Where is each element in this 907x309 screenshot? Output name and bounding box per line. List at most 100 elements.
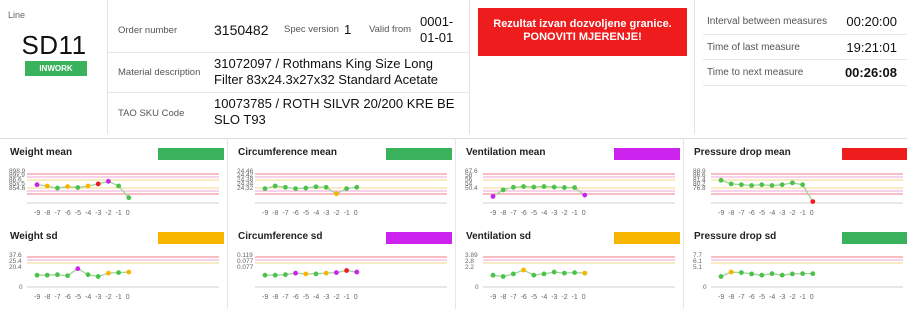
tao-sku-line1: 10073785 / ROTH SILVR 20/200 KRE BE bbox=[214, 96, 455, 111]
x-tick-label: -1 bbox=[572, 210, 578, 217]
data-point bbox=[551, 184, 557, 190]
header-info: Line SD11 INWORK Order number 3150482 Sp… bbox=[0, 0, 907, 134]
data-point bbox=[323, 270, 329, 276]
data-point bbox=[582, 270, 588, 276]
data-point bbox=[769, 183, 775, 188]
x-tick-label: 0 bbox=[582, 294, 586, 301]
chart-plot: 67.658565450.4-9 -8 -7 -6 -5 -4 -3 -2 -1 0 bbox=[465, 168, 675, 217]
x-tick-label: -1 bbox=[800, 294, 806, 301]
chart-plot: 898.989x.986.685x.5854.6-9 -8 -7 -6 -5 -4 -3 -2… bbox=[9, 168, 219, 217]
chart-card[interactable]: Ventilation sd 3.89 2.8 2.2 0 -9 -8 -7 -6 -5 -4 -3-… bbox=[457, 225, 681, 309]
chart-title: Pressure drop mean bbox=[694, 147, 791, 158]
data-point bbox=[44, 272, 50, 278]
data-point bbox=[749, 271, 754, 277]
chart-card[interactable]: Circumference mean 24.46 24.42 24.38 24.34 24… bbox=[229, 141, 453, 225]
x-tick-label: -2 bbox=[333, 210, 339, 217]
data-point bbox=[551, 269, 557, 275]
x-tick-label: -4 bbox=[541, 210, 547, 217]
data-point bbox=[739, 182, 744, 188]
x-tick-label: -6 bbox=[293, 294, 299, 301]
chart-plot: 24.4624.4224.3824.3424.32-9 -8 -7 -6 -5 -4 -3-… bbox=[237, 168, 447, 217]
chart-status-indicator bbox=[842, 148, 907, 160]
x-tick-label: -7 bbox=[510, 210, 516, 217]
x-tick-label: -9 bbox=[718, 294, 724, 301]
x-tick-label: -2 bbox=[789, 210, 795, 217]
next-measure-label: Time to next measure bbox=[707, 67, 804, 78]
chart-card[interactable]: Pressure drop sd 7.7 6.1 5.1 0 -9 -8 -7 -6 -5 -4 -3… bbox=[685, 225, 907, 309]
x-tick-label: -7 bbox=[54, 294, 60, 301]
x-tick-label: -3 bbox=[323, 294, 329, 301]
data-point bbox=[500, 274, 506, 279]
x-tick-label: -1 bbox=[116, 294, 122, 301]
chart-title: Weight mean bbox=[10, 147, 73, 158]
y-tick-label: 5.1 bbox=[693, 264, 702, 271]
valid-from-line1: 0001- bbox=[420, 14, 454, 29]
data-point bbox=[283, 272, 288, 278]
order-panel: Order number 3150482 Spec version 1 Vali… bbox=[108, 0, 470, 134]
y-tick-label: 24.32 bbox=[237, 185, 254, 192]
line-panel: Line SD11 INWORK bbox=[0, 0, 108, 134]
x-tick-label: 0 bbox=[810, 294, 814, 301]
chart-card[interactable]: Weight mean 898.9 89x.9 86.6 85x.5 854.6 -9 -8-… bbox=[1, 141, 225, 225]
x-tick-label: -8 bbox=[500, 210, 506, 217]
data-point bbox=[344, 268, 349, 273]
x-tick-label: -5 bbox=[531, 210, 537, 217]
x-tick-label: -1 bbox=[116, 210, 122, 217]
data-point bbox=[116, 270, 121, 275]
chart-card[interactable]: Ventilation mean 67.6 58 56 54 50.4 -9 -8 -7 -6 -5… bbox=[457, 141, 681, 225]
data-point bbox=[85, 183, 91, 189]
x-tick-label: -8 bbox=[728, 294, 734, 301]
chart-title: Pressure drop sd bbox=[694, 231, 777, 242]
data-point bbox=[790, 180, 795, 186]
x-tick-label: -3 bbox=[551, 210, 557, 217]
chart-card[interactable]: Circumference sd 0.119 0.077 0.077 -9 -8 -7 -6-… bbox=[229, 225, 453, 309]
data-point bbox=[34, 272, 40, 278]
x-tick-label: -2 bbox=[561, 294, 567, 301]
data-point bbox=[313, 184, 319, 190]
data-point bbox=[34, 182, 40, 188]
x-tick-label: 0 bbox=[354, 210, 358, 217]
status-badge: INWORK bbox=[25, 61, 87, 76]
x-tick-label: -9 bbox=[262, 210, 268, 217]
divider bbox=[227, 138, 228, 309]
data-point bbox=[65, 184, 70, 189]
x-tick-label: -3 bbox=[779, 294, 785, 301]
x-tick-label: -6 bbox=[521, 294, 527, 301]
x-tick-label: -5 bbox=[303, 210, 309, 217]
series-line bbox=[265, 269, 357, 276]
tao-sku-label: TAO SKU Code bbox=[118, 108, 185, 119]
data-point bbox=[272, 183, 278, 189]
divider bbox=[683, 138, 684, 309]
x-tick-label: -2 bbox=[561, 210, 567, 217]
spec-version-value: 1 bbox=[344, 22, 352, 37]
material-line1: 31072097 / Rothmans King Size Long bbox=[214, 56, 433, 71]
data-point bbox=[511, 271, 516, 277]
x-tick-label: 0 bbox=[810, 210, 814, 217]
x-tick-label: -6 bbox=[521, 210, 527, 217]
data-point bbox=[728, 181, 734, 187]
data-point bbox=[75, 185, 81, 190]
spec-version-label: Spec version bbox=[284, 24, 339, 35]
x-tick-label: -7 bbox=[282, 210, 288, 217]
x-tick-label: -9 bbox=[262, 294, 268, 301]
x-tick-label: 0 bbox=[126, 294, 130, 301]
x-tick-label: -7 bbox=[282, 294, 288, 301]
series-line bbox=[36, 180, 130, 199]
x-tick-label: -5 bbox=[75, 294, 81, 301]
x-tick-label: -4 bbox=[541, 294, 547, 301]
x-tick-label: -2 bbox=[105, 210, 111, 217]
series-line bbox=[720, 271, 813, 278]
data-point bbox=[262, 272, 268, 278]
x-tick-label: -3 bbox=[95, 294, 101, 301]
data-point bbox=[810, 199, 816, 204]
data-point bbox=[490, 194, 496, 199]
chart-plot: 0.1190.0770.077-9 -8 -7 -6 -5 -4 -3 -2 -1 0 bbox=[237, 252, 447, 301]
y-tick-label: 854.6 bbox=[9, 185, 26, 192]
x-tick-label: -1 bbox=[800, 210, 806, 217]
x-tick-label: -8 bbox=[500, 294, 506, 301]
chart-card[interactable]: Pressure drop mean 88.9 86.6 81.4 80.2 76.8 -9… bbox=[685, 141, 907, 225]
data-point bbox=[800, 271, 805, 277]
x-tick-label: 0 bbox=[582, 210, 586, 217]
data-point bbox=[106, 270, 111, 276]
chart-card[interactable]: Weight sd 37.6 25.4 20.4 0 -9 -8 -7 -6 -5 -4 -3 -2 -1… bbox=[1, 225, 225, 309]
